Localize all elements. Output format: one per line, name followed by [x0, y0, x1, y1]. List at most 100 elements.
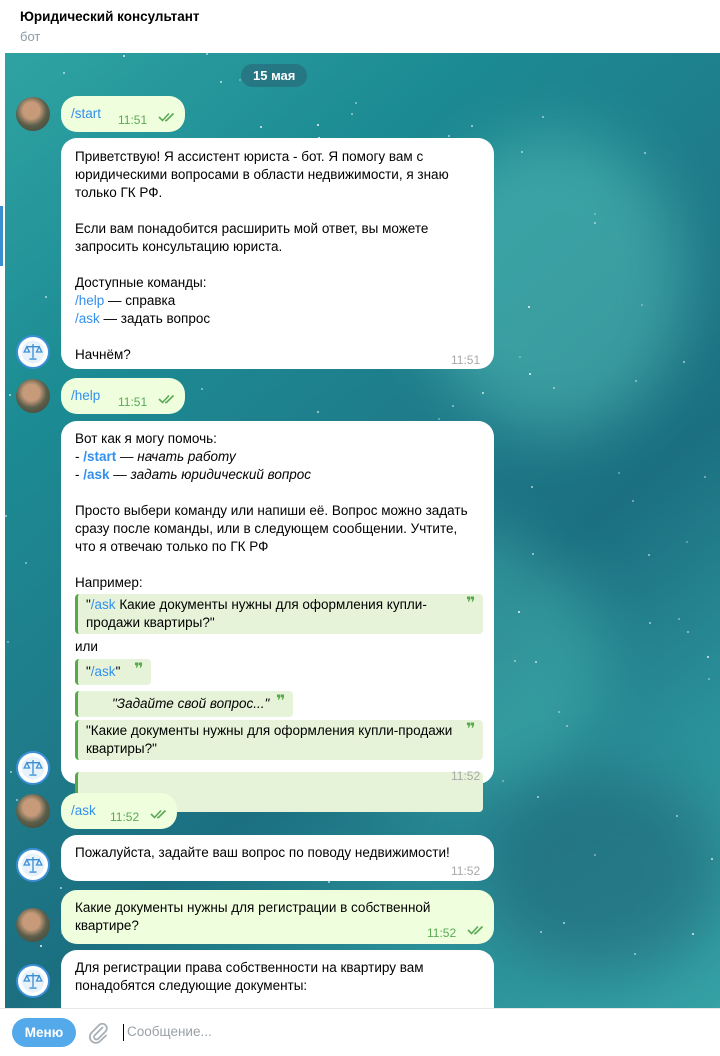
bot-avatar[interactable]: [16, 964, 50, 998]
bot-avatar[interactable]: [16, 751, 50, 785]
star-dot: [206, 53, 208, 55]
star-dot: [519, 356, 521, 358]
command-link[interactable]: /ask: [83, 467, 109, 482]
star-dot: [521, 151, 523, 153]
star-dot: [532, 553, 534, 555]
message-time: 11:52: [110, 810, 140, 824]
bot-avatar[interactable]: [16, 335, 50, 369]
message-bubble-incoming[interactable]: Приветствую! Я ассистент юриста - бот. Я…: [61, 138, 494, 369]
star-dot: [355, 102, 357, 104]
message-time: 11:52: [427, 926, 457, 940]
user-avatar[interactable]: [16, 97, 50, 131]
star-dot: [63, 72, 65, 74]
quote-text: квартиры?": [86, 741, 157, 756]
message-bubble-outgoing[interactable]: /help 11:51: [61, 378, 185, 414]
star-dot: [518, 611, 520, 613]
star-dot: [708, 678, 710, 680]
star-dot: [7, 641, 9, 643]
message-text: квартире?: [75, 918, 139, 933]
command-description: — задать вопрос: [99, 311, 211, 326]
left-panel-indicator: [0, 206, 3, 266]
star-dot: [618, 472, 620, 474]
star-dot: [676, 815, 678, 817]
user-avatar[interactable]: [16, 794, 50, 828]
quote-text: ": [115, 664, 121, 679]
quote-block: "/ask Какие документы нужны для оформлен…: [75, 594, 483, 634]
star-dot: [471, 125, 473, 127]
quote-icon: ❞: [134, 661, 144, 678]
command-link[interactable]: /start: [71, 105, 101, 123]
user-avatar[interactable]: [16, 379, 50, 413]
menu-button[interactable]: Меню: [12, 1018, 76, 1047]
star-dot: [542, 116, 544, 118]
quote-text: "Какие документы нужны для оформления ку…: [86, 723, 453, 738]
message-text: Пожалуйста, задайте ваш вопрос по поводу…: [75, 845, 450, 860]
message-text: юридическими вопросами в области недвижи…: [75, 167, 449, 182]
star-dot: [594, 222, 596, 224]
bot-avatar[interactable]: [16, 848, 50, 882]
star-dot: [514, 660, 516, 662]
message-time: 11:51: [118, 113, 148, 127]
message-bubble-outgoing[interactable]: Какие документы нужны для регистрации в …: [61, 890, 494, 944]
message-list[interactable]: 15 мая /start 11:51 Приветствую! Я ассис…: [5, 53, 720, 1008]
star-dot: [40, 945, 42, 947]
star-dot: [635, 380, 637, 382]
command-link[interactable]: /ask: [91, 597, 116, 612]
star-dot: [452, 405, 454, 407]
star-dot: [448, 135, 450, 137]
command-link[interactable]: /ask: [91, 664, 116, 679]
star-dot: [683, 361, 685, 363]
star-dot: [528, 306, 530, 308]
message-text: Вот как я могу помочь:: [75, 431, 217, 446]
star-dot: [711, 858, 713, 860]
message-composer: Меню Сообщение...: [0, 1008, 720, 1056]
chat-header[interactable]: Юридический консультант бот: [0, 0, 720, 53]
message-input[interactable]: Сообщение...: [127, 1024, 212, 1039]
command-link[interactable]: /help: [71, 387, 100, 405]
date-divider: 15 мая: [241, 64, 308, 87]
command-link[interactable]: /start: [83, 449, 116, 464]
message-bubble-incoming[interactable]: Для регистрации права собственности на к…: [61, 950, 494, 1008]
user-avatar[interactable]: [16, 908, 50, 942]
message-text: что я отвечаю только по ГК РФ: [75, 539, 269, 554]
chat-subtitle: бот: [20, 29, 41, 44]
star-dot: [707, 656, 709, 658]
command-description: — задать юридический вопрос: [109, 467, 312, 482]
message-text: запросить консультацию юриста.: [75, 239, 283, 254]
list-bullet: -: [75, 467, 84, 482]
command-link[interactable]: /help: [75, 293, 104, 308]
message-bubble-outgoing[interactable]: /ask 11:52: [61, 793, 177, 829]
scales-icon: [21, 756, 45, 780]
star-dot: [563, 922, 565, 924]
message-text: Какие документы нужны для регистрации в …: [75, 900, 431, 915]
quote-icon: ❞: [466, 595, 476, 612]
star-dot: [220, 81, 222, 83]
star-dot: [687, 631, 689, 633]
quote-text: продажи квартиры?": [86, 615, 215, 630]
star-dot: [5, 515, 7, 517]
star-dot: [317, 124, 319, 126]
star-dot: [531, 486, 533, 488]
star-dot: [649, 622, 651, 624]
star-dot: [260, 126, 262, 128]
scales-icon: [21, 853, 45, 877]
quote-text: "Задайте свой вопрос...": [112, 696, 270, 711]
star-dot: [16, 799, 18, 801]
scales-icon: [21, 340, 45, 364]
star-dot: [704, 476, 706, 478]
message-bubble-incoming[interactable]: Пожалуйста, задайте ваш вопрос по поводу…: [61, 835, 494, 881]
star-dot: [594, 213, 596, 215]
star-dot: [529, 373, 531, 375]
quote-block: "Задайте свой вопрос..." ❞: [75, 691, 293, 717]
star-dot: [123, 55, 125, 57]
message-text: только ГК РФ.: [75, 185, 163, 200]
double-check-icon: [158, 394, 175, 404]
command-link[interactable]: /ask: [75, 311, 100, 326]
command-link[interactable]: /ask: [71, 802, 96, 820]
star-dot: [553, 387, 555, 389]
message-bubble-outgoing[interactable]: /start 11:51: [61, 96, 185, 132]
message-time: 11:52: [451, 769, 481, 783]
paperclip-icon[interactable]: [86, 1021, 110, 1045]
double-check-icon: [150, 809, 167, 819]
star-dot: [540, 931, 542, 933]
